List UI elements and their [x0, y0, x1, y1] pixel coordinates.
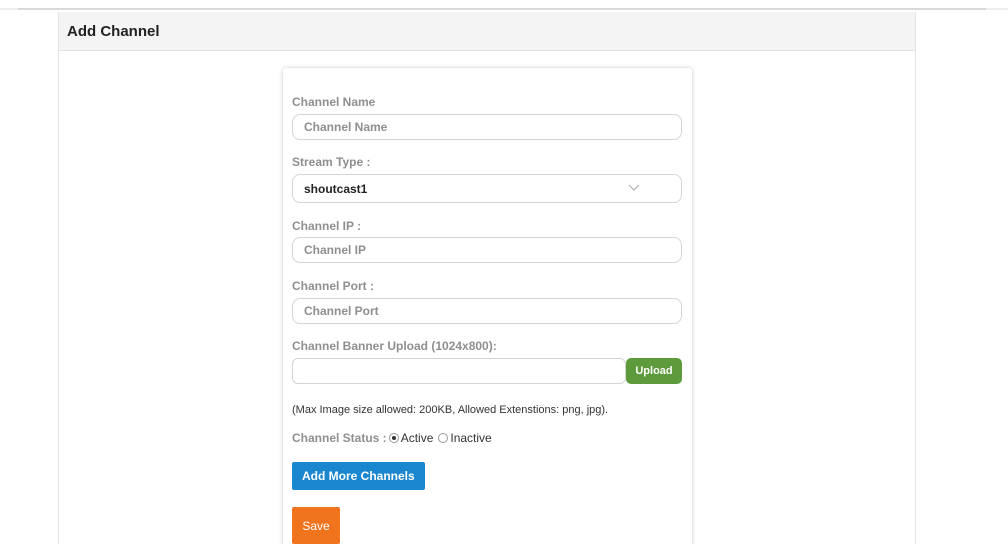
top-divider-right [986, 8, 1008, 10]
stream-type-label: Stream Type : [292, 155, 371, 169]
channel-name-input[interactable] [292, 114, 682, 140]
channel-ip-label: Channel IP : [292, 219, 362, 233]
banner-file-input[interactable] [292, 358, 626, 384]
status-active-label: Active [400, 431, 434, 445]
upload-button[interactable]: Upload [626, 358, 682, 384]
channel-form-card: Channel Name Stream Type : shoutcast1 Ch… [283, 68, 692, 544]
status-inactive-label: Inactive [450, 431, 492, 445]
save-button[interactable]: Save [292, 507, 340, 544]
banner-upload-label: Channel Banner Upload (1024x800): [292, 339, 497, 353]
panel-header: Add Channel [59, 12, 915, 51]
page-title: Add Channel [67, 22, 160, 40]
channel-ip-input[interactable] [292, 237, 682, 263]
status-active-radio[interactable] [388, 433, 399, 443]
stream-type-selected-value: shoutcast1 [304, 181, 368, 196]
add-channel-panel: Add Channel Channel Name Stream Type : s… [58, 12, 916, 544]
stream-type-select[interactable]: shoutcast1 [292, 174, 682, 203]
channel-port-input[interactable] [292, 298, 682, 324]
channel-status-label: Channel Status : [292, 431, 387, 445]
status-inactive-radio[interactable] [438, 433, 449, 443]
top-divider-left [0, 8, 18, 10]
channel-status-row: Channel Status : Active Inactive [292, 431, 497, 445]
chevron-down-icon [628, 184, 640, 191]
add-more-channels-button[interactable]: Add More Channels [292, 462, 425, 490]
top-divider [18, 8, 1008, 10]
upload-size-note: (Max Image size allowed: 200KB, Allowed … [292, 404, 609, 416]
channel-port-label: Channel Port : [292, 279, 375, 293]
channel-name-label: Channel Name [292, 95, 376, 109]
